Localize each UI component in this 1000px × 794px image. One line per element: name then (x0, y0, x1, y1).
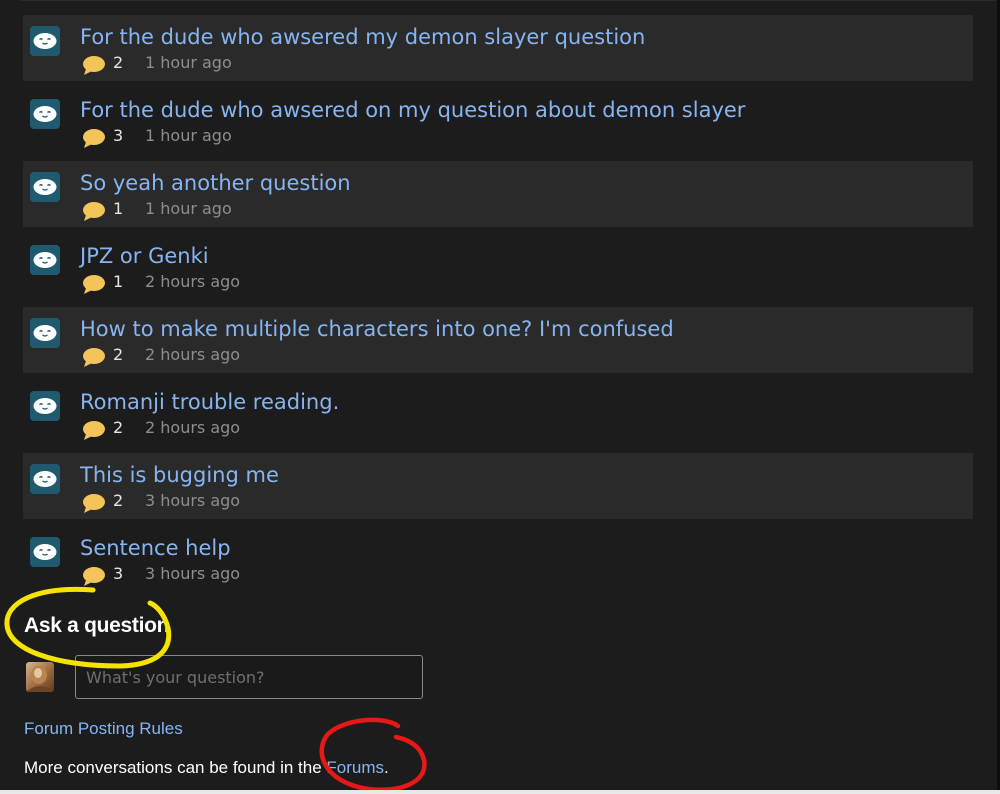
reply-count: 1 (113, 199, 124, 218)
ask-question-heading: Ask a question (24, 614, 170, 637)
reply-count: 2 (113, 345, 124, 364)
thread-title-link[interactable]: How to make multiple characters into one… (80, 316, 674, 342)
timestamp: 2 hours ago (145, 418, 241, 437)
forum-user-face-icon (30, 245, 60, 275)
thread-title-link[interactable]: JPZ or Genki (80, 243, 209, 269)
current-user-avatar (26, 662, 54, 692)
forum-user-face-icon (30, 464, 60, 494)
timestamp: 2 hours ago (145, 272, 241, 291)
timestamp: 1 hour ago (145, 53, 232, 72)
speech-bubble-icon (83, 567, 105, 586)
red-circle-annotation (319, 717, 427, 792)
reply-count: 2 (113, 53, 124, 72)
timestamp: 3 hours ago (145, 564, 241, 583)
thread-row: For the dude who awsered my demon slayer… (23, 15, 973, 81)
forum-posting-rules-link[interactable]: Forum Posting Rules (24, 719, 183, 739)
thread-row: JPZ or Genki 1 2 hours ago (23, 234, 973, 300)
thread-row: So yeah another question 1 1 hour ago (23, 161, 973, 227)
thread-title-link[interactable]: So yeah another question (80, 170, 351, 196)
timestamp: 1 hour ago (145, 126, 232, 145)
top-divider (20, 0, 996, 1)
speech-bubble-icon (83, 129, 105, 148)
thread-row: Romanji trouble reading. 2 2 hours ago (23, 380, 973, 446)
thread-title-link[interactable]: Sentence help (80, 535, 231, 561)
thread-row: How to make multiple characters into one… (23, 307, 973, 373)
thread-row: Sentence help 3 3 hours ago (23, 526, 973, 592)
more-conversations-label: More conversations can be found in the (24, 758, 327, 777)
thread-row: This is bugging me 2 3 hours ago (23, 453, 973, 519)
timestamp: 2 hours ago (145, 345, 241, 364)
forum-user-face-icon (30, 537, 60, 567)
reply-count: 3 (113, 564, 124, 583)
question-input[interactable] (75, 655, 423, 699)
reply-count: 1 (113, 272, 124, 291)
thread-title-link[interactable]: For the dude who awsered on my question … (80, 97, 745, 123)
speech-bubble-icon (83, 275, 105, 294)
speech-bubble-icon (83, 202, 105, 221)
thread-title-link[interactable]: Romanji trouble reading. (80, 389, 339, 415)
more-conversations-text: More conversations can be found in the F… (24, 758, 389, 778)
forum-user-face-icon (30, 172, 60, 202)
speech-bubble-icon (83, 56, 105, 75)
speech-bubble-icon (83, 494, 105, 513)
thread-title-link[interactable]: This is bugging me (80, 462, 279, 488)
thread-row: For the dude who awsered on my question … (23, 88, 973, 154)
timestamp: 3 hours ago (145, 491, 241, 510)
speech-bubble-icon (83, 421, 105, 440)
sentence-period: . (384, 758, 389, 777)
reply-count: 2 (113, 491, 124, 510)
forum-user-face-icon (30, 318, 60, 348)
forum-user-face-icon (30, 99, 60, 129)
window-bottom-edge (0, 790, 1000, 794)
forums-link[interactable]: Forums (326, 758, 384, 777)
forum-user-face-icon (30, 391, 60, 421)
thread-title-link[interactable]: For the dude who awsered my demon slayer… (80, 24, 645, 50)
speech-bubble-icon (83, 348, 105, 367)
thread-list: For the dude who awsered my demon slayer… (23, 15, 973, 599)
reply-count: 3 (113, 126, 124, 145)
forum-user-face-icon (30, 26, 60, 56)
reply-count: 2 (113, 418, 124, 437)
timestamp: 1 hour ago (145, 199, 232, 218)
